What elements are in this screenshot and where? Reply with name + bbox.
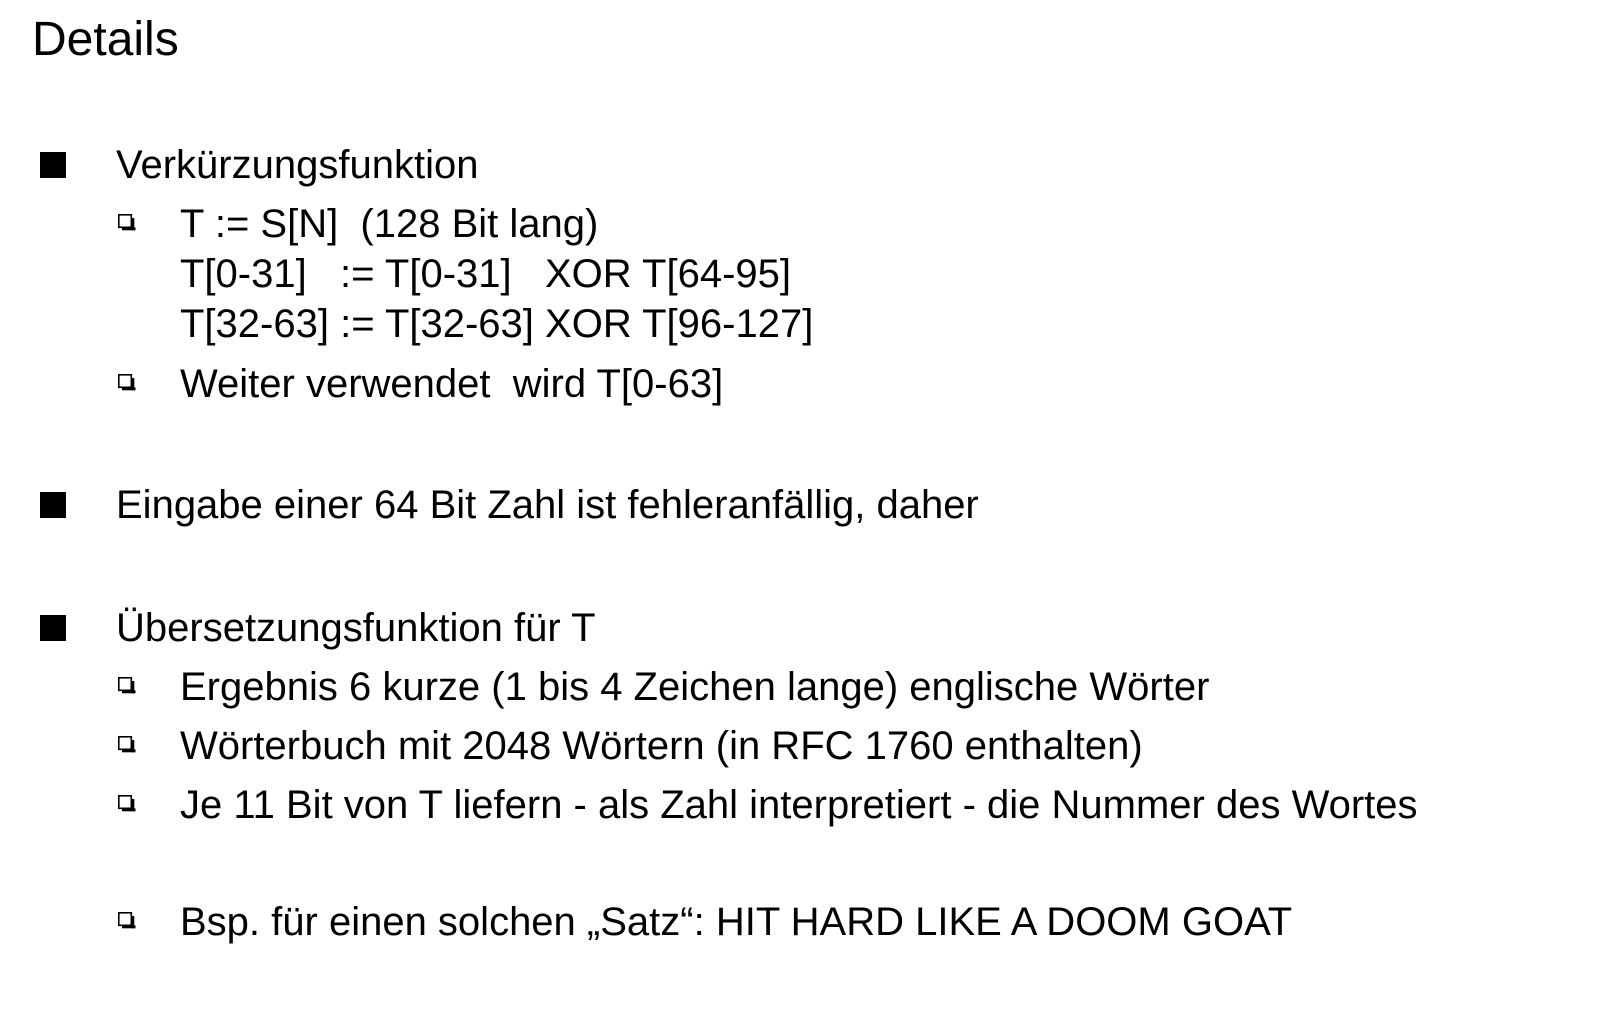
- sub-list-item-text: T := S[N] (128 Bit lang): [180, 202, 599, 246]
- box-bullet-icon: [118, 736, 136, 753]
- sub-list-item-text: Bsp. für einen solchen „Satz“: HIT HARD …: [180, 900, 1293, 944]
- sub-list-item-text: T[32-63] := T[32-63] XOR T[96-127]: [180, 302, 814, 346]
- box-bullet-icon: [118, 912, 136, 929]
- box-bullet-icon: [118, 374, 136, 391]
- list-item-text: Verkürzungsfunktion: [116, 143, 479, 187]
- sub-list-item-text: Wörterbuch mit 2048 Wörtern (in RFC 1760…: [180, 724, 1143, 768]
- sub-list-item-text: Ergebnis 6 kurze (1 bis 4 Zeichen lange)…: [180, 665, 1210, 709]
- box-bullet-icon: [118, 795, 136, 812]
- sub-list-item-text: Weiter verwendet wird T[0-63]: [180, 362, 724, 406]
- square-bullet-icon: [40, 492, 66, 518]
- box-bullet-icon: [118, 677, 136, 694]
- sub-list-item-text: T[0-31] := T[0-31] XOR T[64-95]: [180, 252, 792, 296]
- square-bullet-icon: [40, 615, 66, 641]
- sub-list-item-text: Je 11 Bit von T liefern - als Zahl inter…: [180, 783, 1418, 827]
- list-item-text: Eingabe einer 64 Bit Zahl ist fehleranfä…: [116, 483, 979, 527]
- list-item-text: Übersetzungsfunktion für T: [116, 606, 596, 650]
- box-bullet-icon: [118, 214, 136, 231]
- slide-title: Details: [32, 13, 179, 66]
- square-bullet-icon: [40, 152, 66, 178]
